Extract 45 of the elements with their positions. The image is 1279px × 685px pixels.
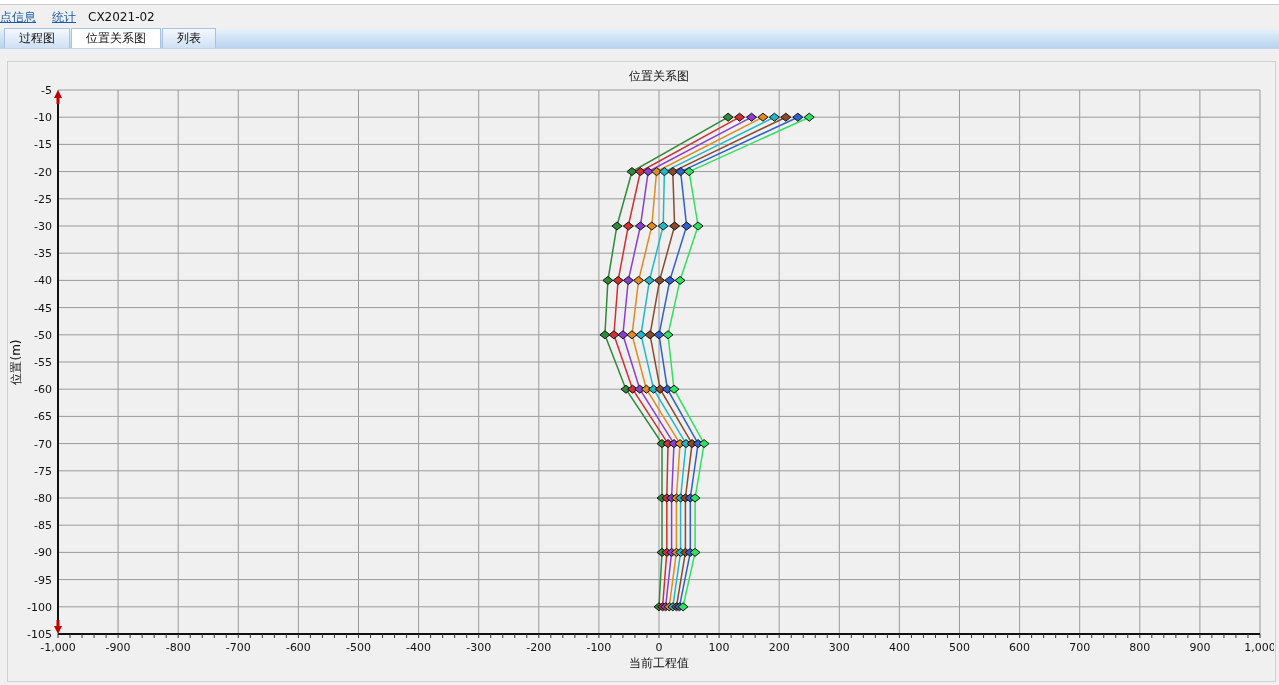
axis-tick-label: -1,000 bbox=[40, 641, 76, 654]
axis-tick-label: -100 bbox=[27, 600, 52, 614]
x-axis-label: 当前工程值 bbox=[629, 656, 689, 670]
axis-tick-label: -10 bbox=[34, 111, 52, 125]
axis-tick-label: -60 bbox=[34, 383, 52, 397]
axis-tick-label: -65 bbox=[34, 410, 52, 424]
axis-tick-label: -400 bbox=[406, 641, 432, 654]
axis-tick-label: -105 bbox=[27, 628, 52, 641]
axis-tick-label: 300 bbox=[828, 641, 850, 654]
axis-tick-label: 0 bbox=[655, 641, 663, 654]
chart-title: 位置关系图 bbox=[629, 69, 689, 83]
axis-tick-label: -20 bbox=[34, 165, 52, 179]
axis-tick-label: -15 bbox=[34, 138, 52, 152]
axis-tick-label: 200 bbox=[768, 641, 790, 654]
axis-tick-label: -800 bbox=[165, 641, 191, 654]
y-axis-label: 位置(m) bbox=[9, 339, 23, 385]
axis-tick-label: -25 bbox=[34, 192, 52, 206]
axis-tick-label: -50 bbox=[34, 328, 52, 342]
axis-tick-label: -95 bbox=[34, 573, 52, 587]
axis-tick-label: -100 bbox=[586, 641, 612, 654]
axis-tick-label: -600 bbox=[285, 641, 311, 654]
axis-tick-label: 100 bbox=[708, 641, 730, 654]
axis-tick-label: -30 bbox=[34, 220, 52, 233]
axis-tick-label: -35 bbox=[34, 247, 52, 261]
axis-tick-label: -900 bbox=[105, 641, 131, 654]
axis-tick-label: -700 bbox=[225, 641, 251, 654]
axis-tick-label: -70 bbox=[34, 437, 52, 451]
axis-tick-label: 400 bbox=[888, 641, 910, 654]
axis-tick-label: 500 bbox=[949, 641, 970, 654]
axis-tick-label: -40 bbox=[34, 274, 52, 288]
axis-tick-label: -300 bbox=[466, 641, 492, 654]
axis-tick-label: -500 bbox=[346, 641, 371, 654]
axis-tick-label: -5 bbox=[41, 84, 52, 97]
axis-tick-label: 600 bbox=[1009, 641, 1031, 654]
axis-tick-label: -45 bbox=[34, 301, 52, 315]
axis-tick-label: -90 bbox=[34, 546, 52, 560]
axis-tick-label: 800 bbox=[1129, 641, 1151, 654]
axis-tick-label: -55 bbox=[34, 356, 52, 369]
axis-tick-label: 700 bbox=[1069, 641, 1091, 654]
axis-tick-label: -200 bbox=[526, 641, 552, 654]
axis-tick-label: -80 bbox=[34, 492, 52, 505]
axis-tick-label: 900 bbox=[1189, 641, 1211, 654]
axis-tick-label: -75 bbox=[34, 464, 52, 478]
record-id: CX2021-02 bbox=[88, 10, 155, 24]
axis-tick-label: -85 bbox=[34, 519, 52, 533]
